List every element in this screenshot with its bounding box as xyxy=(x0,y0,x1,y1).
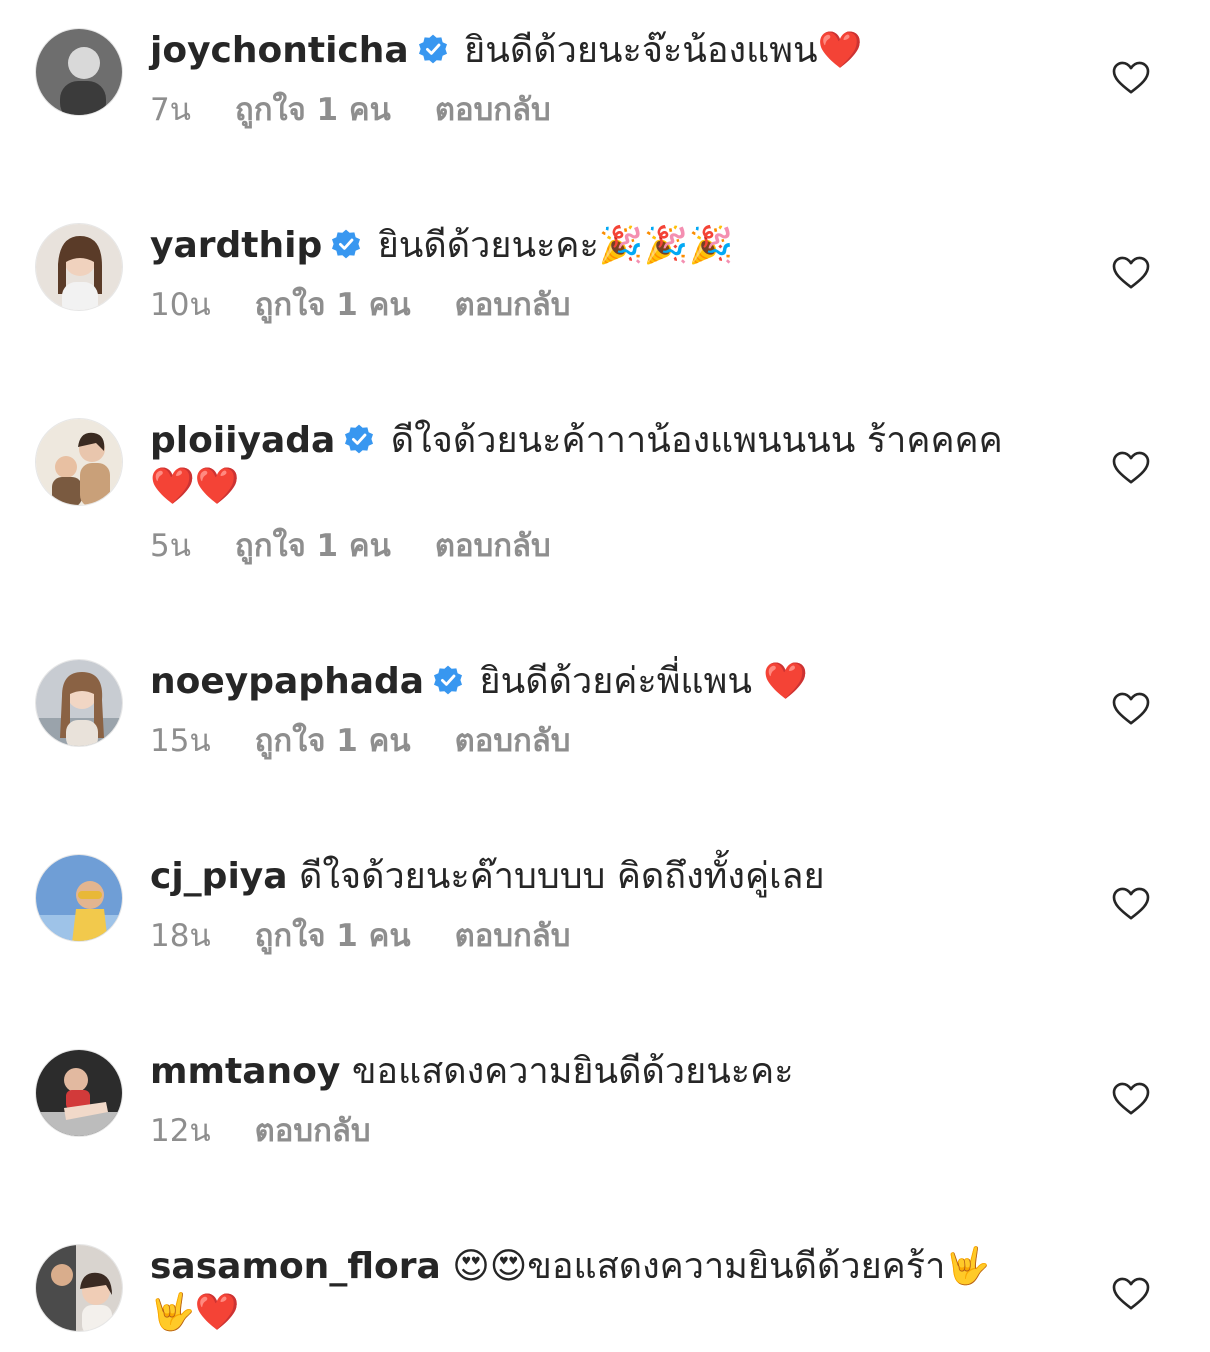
heart-outline-icon[interactable] xyxy=(1112,1082,1150,1116)
comment-likes-count[interactable]: ถูกใจ 1 คน xyxy=(255,918,411,954)
avatar[interactable] xyxy=(35,659,123,747)
comment-time: 10น xyxy=(150,287,211,323)
comment-time: 15น xyxy=(150,723,211,759)
verified-badge-icon xyxy=(332,229,361,259)
verified-badge-icon xyxy=(345,424,374,454)
comment-username[interactable]: ploiiyada xyxy=(150,420,335,461)
avatar[interactable] xyxy=(35,1244,123,1332)
comment-text: 😍😍ขอแสดงความยินดีด้วยคร้า🤟 xyxy=(452,1246,991,1287)
comment-text: ขอแสดงความยินดีด้วยนะคะ xyxy=(351,1051,794,1092)
avatar[interactable] xyxy=(35,418,123,506)
heart-outline-icon[interactable] xyxy=(1112,1277,1150,1311)
heart-outline-icon[interactable] xyxy=(1112,451,1150,485)
comment-likes-count[interactable]: ถูกใจ 1 คน xyxy=(235,92,391,128)
comment-likes-count[interactable]: ถูกใจ 1 คน xyxy=(235,528,391,564)
avatar[interactable] xyxy=(35,854,123,942)
comment-username[interactable]: mmtanoy xyxy=(150,1051,340,1092)
comment-time: 12น xyxy=(150,1113,211,1149)
verified-badge-icon xyxy=(434,665,463,695)
comment-username[interactable]: sasamon_flora xyxy=(150,1246,441,1287)
comment-username[interactable]: yardthip xyxy=(150,225,322,266)
comment-text: ดีใจด้วยนะค๊าบบบบ คิดถึงทั้งคู่เลย xyxy=(299,856,825,897)
comment-time: 18น xyxy=(150,918,211,954)
verified-badge-icon xyxy=(418,34,447,64)
reply-button[interactable]: ตอบกลับ xyxy=(255,1113,371,1149)
heart-outline-icon[interactable] xyxy=(1112,61,1150,95)
comment-text: ดีใจด้วยนะค้าาาน้องแพนนนน ร้าคคคค xyxy=(390,420,1003,461)
comment-text: ยินดีด้วยค่ะพี่แพน ❤️ xyxy=(479,661,809,702)
reply-button[interactable]: ตอบกลับ xyxy=(455,287,571,323)
comment-text: ยินดีด้วยนะจ๊ะน้องแพน❤️ xyxy=(464,30,863,71)
heart-outline-icon[interactable] xyxy=(1112,692,1150,726)
comment-time: 5น xyxy=(150,528,191,564)
avatar[interactable] xyxy=(35,1049,123,1137)
comment-text: ยินดีด้วยนะคะ🎉🎉🎉 xyxy=(377,225,734,266)
reply-button[interactable]: ตอบกลับ xyxy=(435,92,551,128)
comment-time: 7น xyxy=(150,92,191,128)
comment-likes-count[interactable]: ถูกใจ 1 คน xyxy=(255,723,411,759)
heart-outline-icon[interactable] xyxy=(1112,887,1150,921)
reply-button[interactable]: ตอบกลับ xyxy=(455,918,571,954)
comment-username[interactable]: noeypaphada xyxy=(150,661,424,702)
avatar[interactable] xyxy=(35,28,123,116)
avatar[interactable] xyxy=(35,223,123,311)
comment-text-continued: ❤️❤️ xyxy=(150,466,240,507)
reply-button[interactable]: ตอบกลับ xyxy=(435,528,551,564)
comment-likes-count[interactable]: ถูกใจ 1 คน xyxy=(255,287,411,323)
comment-username[interactable]: joychonticha xyxy=(150,30,409,71)
comment-text-continued: 🤟❤️ xyxy=(150,1292,240,1333)
comment-username[interactable]: cj_piya xyxy=(150,856,288,897)
heart-outline-icon[interactable] xyxy=(1112,256,1150,290)
reply-button[interactable]: ตอบกลับ xyxy=(455,723,571,759)
